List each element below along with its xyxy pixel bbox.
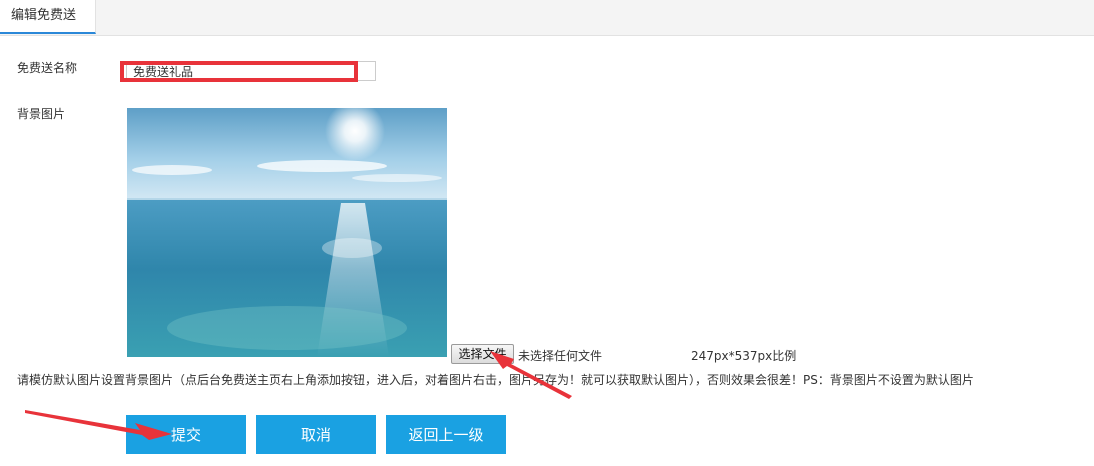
file-status-text: 未选择任何文件 (518, 349, 603, 363)
gift-name-label: 免费送名称 (17, 61, 78, 75)
background-image-preview (127, 108, 447, 357)
background-image-label: 背景图片 (17, 107, 66, 121)
image-size-hint: 247px*537px比例 (691, 349, 797, 363)
background-image-instructions: 请模仿默认图片设置背景图片（点后台免费送主页右上角添加按钮，进入后，对着图片右击… (17, 373, 974, 387)
choose-file-button[interactable]: 选择文件 (451, 344, 514, 364)
tab-bar: 编辑免费送 (0, 0, 1094, 36)
back-button[interactable]: 返回上一级 (386, 415, 506, 454)
submit-button[interactable]: 提交 (126, 415, 246, 454)
tab-edit-free-gift[interactable]: 编辑免费送 (0, 0, 96, 34)
cancel-button[interactable]: 取消 (256, 415, 376, 454)
gift-name-input[interactable] (126, 61, 376, 81)
